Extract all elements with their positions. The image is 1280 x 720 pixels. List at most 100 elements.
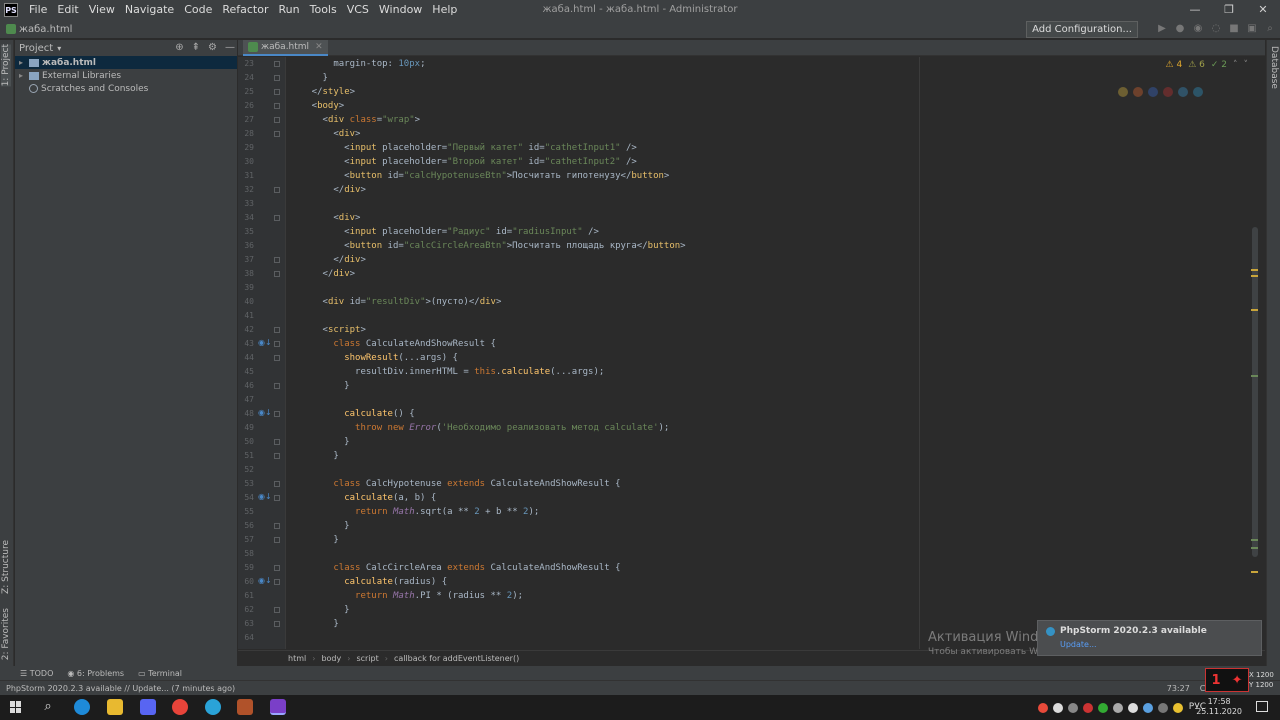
tray-app-icon[interactable] xyxy=(1068,702,1078,713)
code-line[interactable]: class CalcHypotenuse extends CalculateAn… xyxy=(290,477,620,491)
file-explorer-icon[interactable] xyxy=(107,699,123,715)
code-line[interactable]: <div> xyxy=(290,211,360,225)
restore-icon[interactable]: ❐ xyxy=(1212,0,1246,20)
code-line[interactable]: } xyxy=(290,533,338,547)
code-line[interactable]: margin-top: 10px; xyxy=(290,57,425,71)
fold-marker-icon[interactable] xyxy=(274,103,280,109)
favorites-tool-tab[interactable]: 2: Favorites xyxy=(1,608,11,660)
fold-marker-icon[interactable] xyxy=(274,565,280,571)
fold-marker-icon[interactable] xyxy=(274,439,280,445)
code-line[interactable]: <button id="calcCircleAreaBtn">Посчитать… xyxy=(290,239,685,253)
code-line[interactable]: } xyxy=(290,617,338,631)
warning-mark[interactable] xyxy=(1251,269,1258,271)
typo-mark[interactable] xyxy=(1251,375,1258,377)
menu-run[interactable]: Run xyxy=(274,0,305,20)
fold-marker-icon[interactable] xyxy=(274,453,280,459)
run-icon[interactable]: ▶ xyxy=(1156,22,1168,36)
caret-position[interactable]: 73:27 xyxy=(1167,681,1190,696)
breadcrumb-script[interactable]: script xyxy=(350,654,384,663)
problems-tool-tab[interactable]: ◉ 6: Problems xyxy=(67,669,124,678)
code-line[interactable]: calculate() { xyxy=(290,407,414,421)
status-message[interactable]: PhpStorm 2020.2.3 available // Update...… xyxy=(6,684,235,693)
fold-marker-icon[interactable] xyxy=(274,61,280,67)
database-tool-tab[interactable]: Database xyxy=(1269,46,1279,89)
menu-tools[interactable]: Tools xyxy=(305,0,342,20)
firefox-icon[interactable] xyxy=(1133,87,1143,97)
edge-icon[interactable] xyxy=(1193,87,1203,97)
override-marker-icon[interactable]: ◉↓ xyxy=(258,408,272,417)
code-line[interactable]: </div> xyxy=(290,267,356,281)
breadcrumb-callback[interactable]: callback for addEventListener() xyxy=(388,654,525,663)
fold-marker-icon[interactable] xyxy=(274,481,280,487)
expand-arrow-icon[interactable]: ▸ xyxy=(19,71,29,80)
typo-mark[interactable] xyxy=(1251,547,1258,549)
fold-marker-icon[interactable] xyxy=(274,75,280,81)
add-configuration-button[interactable]: Add Configuration... xyxy=(1026,21,1138,38)
profile-icon[interactable]: ◌ xyxy=(1210,22,1222,36)
fold-marker-icon[interactable] xyxy=(274,117,280,123)
close-window-icon[interactable]: ✕ xyxy=(1246,0,1280,20)
edge-icon[interactable] xyxy=(74,699,90,715)
chevron-up-icon[interactable]: ˄ xyxy=(1233,60,1238,70)
breadcrumb-html[interactable]: html xyxy=(282,654,312,663)
override-marker-icon[interactable]: ◉↓ xyxy=(258,492,272,501)
fold-marker-icon[interactable] xyxy=(274,607,280,613)
fold-marker-icon[interactable] xyxy=(274,579,280,585)
inspection-widget[interactable]: ⚠ 4 ⚠ 6 ✓ 2 ˄ ˅ xyxy=(1166,60,1248,70)
tray-app-icon[interactable] xyxy=(1083,702,1093,713)
network-icon[interactable] xyxy=(1128,702,1138,713)
code-line[interactable]: <input placeholder="Первый катет" id="ca… xyxy=(290,141,637,155)
windows-start-icon[interactable] xyxy=(10,701,22,713)
fold-marker-icon[interactable] xyxy=(274,341,280,347)
code-line[interactable]: } xyxy=(290,379,349,393)
override-marker-icon[interactable]: ◉↓ xyxy=(258,338,272,347)
code-line[interactable]: showResult(...args) { xyxy=(290,351,458,365)
fold-marker-icon[interactable] xyxy=(274,327,280,333)
code-line[interactable]: <div class="wrap"> xyxy=(290,113,421,127)
telegram-icon[interactable] xyxy=(205,699,221,715)
code-line[interactable]: </style> xyxy=(290,85,355,99)
code-line[interactable]: class CalcCircleArea extends CalculateAn… xyxy=(290,561,620,575)
gear-icon[interactable]: ⚙ xyxy=(208,40,217,56)
tray-app-icon[interactable] xyxy=(1113,702,1123,713)
terminal-tool-tab[interactable]: ▭ Terminal xyxy=(138,669,182,678)
chrome-icon[interactable] xyxy=(172,699,188,715)
code-line[interactable]: <input placeholder="Радиус" id="radiusIn… xyxy=(290,225,599,239)
code-line[interactable]: calculate(a, b) { xyxy=(290,491,436,505)
ie-icon[interactable] xyxy=(1178,87,1188,97)
speaker-icon[interactable] xyxy=(1053,702,1063,713)
editor-tab-active[interactable]: жаба.html ✕ xyxy=(243,40,328,56)
code-editor[interactable]: 23 24 25 26 27 28 29 30 31 32 33 34 35 36 37 38 39 40 41 42… xyxy=(238,57,1258,649)
menu-navigate[interactable]: Navigate xyxy=(120,0,179,20)
fold-marker-icon[interactable] xyxy=(274,495,280,501)
code-line[interactable]: resultDiv.innerHTML = this.calculate(...… xyxy=(290,365,604,379)
code-line[interactable]: } xyxy=(290,519,349,533)
expand-arrow-icon[interactable]: ▸ xyxy=(19,58,29,67)
fold-marker-icon[interactable] xyxy=(274,537,280,543)
search-everywhere-icon[interactable]: ⌕ xyxy=(1264,22,1276,36)
collapse-all-icon[interactable]: ⇞ xyxy=(192,40,200,56)
discord-icon[interactable] xyxy=(140,699,156,715)
breadcrumb-body[interactable]: body xyxy=(315,654,347,663)
project-structure-icon[interactable]: ▣ xyxy=(1246,22,1258,36)
todo-tool-tab[interactable]: ☰ TODO xyxy=(20,669,53,678)
fold-marker-icon[interactable] xyxy=(274,187,280,193)
editor-gutter[interactable]: 23 24 25 26 27 28 29 30 31 32 33 34 35 36 37 38 39 40 41 42… xyxy=(238,57,286,649)
warning-mark[interactable] xyxy=(1251,275,1258,277)
chrome-icon[interactable] xyxy=(1118,87,1128,97)
search-icon[interactable]: ⌕ xyxy=(40,699,56,715)
code-line[interactable]: } xyxy=(290,435,349,449)
stop-icon[interactable]: ■ xyxy=(1228,22,1240,36)
typo-count[interactable]: ✓ 2 xyxy=(1211,60,1227,70)
code-line[interactable]: } xyxy=(290,449,338,463)
menu-window[interactable]: Window xyxy=(374,0,427,20)
code-line[interactable]: <div id="resultDiv">(пусто)</div> xyxy=(290,295,502,309)
hide-panel-icon[interactable]: — xyxy=(225,40,235,56)
tray-app-icon[interactable] xyxy=(1098,702,1108,713)
code-line[interactable]: } xyxy=(290,603,349,617)
tray-app-icon[interactable] xyxy=(1143,702,1153,713)
chevron-down-icon[interactable]: ˅ xyxy=(1244,60,1249,70)
fold-marker-icon[interactable] xyxy=(274,257,280,263)
code-line[interactable]: <div> xyxy=(290,127,360,141)
tree-item-external-libraries[interactable]: ▸ External Libraries xyxy=(15,69,237,82)
